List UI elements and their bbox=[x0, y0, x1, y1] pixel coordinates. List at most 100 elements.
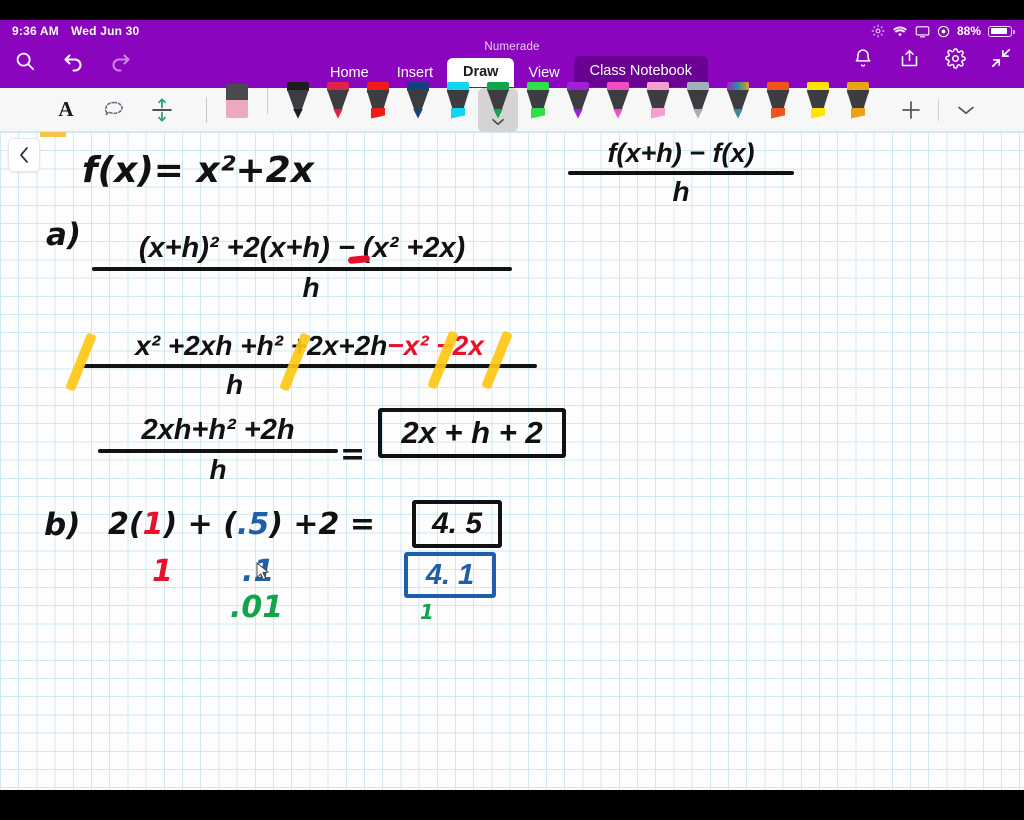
part-b-green-h-value: .01 bbox=[230, 590, 284, 625]
add-pen-button[interactable] bbox=[896, 95, 926, 125]
note-part-a-step1: (x+h)² +2(x+h) − (x² +2x) h bbox=[92, 232, 512, 304]
part-a-step1-numerator: (x+h)² +2(x+h) − (x² +2x) bbox=[138, 232, 466, 264]
status-bar-left: 9:36 AM Wed Jun 30 bbox=[12, 24, 139, 38]
pen-icon bbox=[645, 81, 671, 120]
status-bar-right: 88% bbox=[871, 24, 1015, 38]
difference-quotient-numerator: f(x+h) − f(x) bbox=[607, 138, 755, 168]
toolbar-more-chevron-down-icon[interactable] bbox=[951, 95, 981, 125]
pen-icon bbox=[765, 81, 791, 120]
pen-crimson[interactable] bbox=[318, 81, 358, 132]
note-part-a-step2: x² +2xh +h² +2x+2h−x² −2x h bbox=[82, 330, 537, 401]
bell-icon[interactable] bbox=[850, 45, 876, 71]
page-tab-marker bbox=[40, 132, 66, 137]
battery-percent-label: 88% bbox=[956, 24, 981, 38]
pen-navy[interactable] bbox=[398, 81, 438, 132]
pen-icon bbox=[725, 81, 751, 120]
bottom-black-bezel bbox=[0, 790, 1024, 820]
location-icon bbox=[937, 25, 950, 38]
part-b-answer-box: 4. 5 bbox=[412, 500, 502, 548]
pen-icon bbox=[325, 81, 351, 120]
highlighter-yellow[interactable] bbox=[798, 81, 838, 132]
back-button[interactable] bbox=[8, 138, 40, 172]
part-b-h-red-value: 1 bbox=[142, 507, 164, 542]
pen-icon bbox=[685, 81, 711, 120]
toolbar-divider bbox=[206, 96, 207, 123]
highlighter-gold[interactable] bbox=[838, 81, 878, 132]
fraction-bar bbox=[98, 449, 338, 453]
mouse-cursor bbox=[256, 561, 270, 582]
pen-bright-green[interactable] bbox=[518, 81, 558, 132]
fraction-bar bbox=[568, 171, 794, 175]
gear-icon[interactable] bbox=[942, 45, 968, 71]
fraction-bar bbox=[82, 364, 537, 368]
screen-mirroring-icon bbox=[915, 25, 930, 38]
part-a-step2-red-terms: −x² −2x bbox=[387, 330, 484, 361]
highlighter-icon bbox=[845, 81, 871, 120]
screen: 9:36 AM Wed Jun 30 88% Numerade Home Ins… bbox=[0, 0, 1024, 820]
part-a-step3-numerator: 2xh+h² +2h bbox=[141, 414, 295, 446]
note-part-a-step3: 2xh+h² +2h h bbox=[98, 414, 338, 486]
highlighter-icon bbox=[805, 81, 831, 120]
part-a-step2-denominator: h bbox=[225, 369, 244, 400]
note-function-definition: f(x)= x²+2x bbox=[82, 150, 314, 191]
part-a-answer-box: 2x + h + 2 bbox=[378, 408, 566, 458]
part-b-expr-prefix: 2( bbox=[108, 507, 143, 542]
part-b-green-tick: 1 bbox=[420, 600, 434, 624]
part-b-answer-text: 4. 5 bbox=[431, 507, 483, 540]
note-canvas[interactable]: f(x)= x²+2x f(x+h) − f(x) h a) (x+h)² +2… bbox=[0, 132, 1024, 790]
eraser-tool[interactable] bbox=[217, 83, 257, 132]
ribbon-right-actions bbox=[850, 45, 1014, 71]
part-b-blue-answer-box: 4. 1 bbox=[404, 552, 496, 598]
insert-space-icon[interactable] bbox=[148, 95, 176, 125]
difference-quotient-denominator: h bbox=[672, 176, 690, 207]
part-a-step1-denominator: h bbox=[302, 272, 320, 303]
status-bar: 9:36 AM Wed Jun 30 88% bbox=[0, 20, 1024, 42]
lasso-select-icon[interactable] bbox=[100, 95, 128, 125]
note-part-a-label: a) bbox=[46, 217, 82, 253]
pen-green[interactable] bbox=[478, 81, 518, 132]
palette-divider bbox=[267, 87, 268, 114]
chevron-down-icon[interactable] bbox=[492, 113, 505, 131]
pen-teal-gradient[interactable] bbox=[718, 81, 758, 132]
pen-purple[interactable] bbox=[558, 81, 598, 132]
pen-icon bbox=[365, 81, 391, 120]
note-part-b-expression: 2(1) + (.5) +2 = bbox=[108, 507, 375, 542]
pen-icon bbox=[605, 81, 631, 120]
pen-icon bbox=[525, 81, 551, 120]
status-date: Wed Jun 30 bbox=[70, 24, 140, 38]
note-difference-quotient: f(x+h) − f(x) h bbox=[568, 138, 794, 208]
pen-red[interactable] bbox=[358, 81, 398, 132]
part-a-step2-black-terms: x² +2xh +h² +2x+2h bbox=[135, 330, 388, 361]
pen-black[interactable] bbox=[278, 81, 318, 132]
pen-palette bbox=[217, 81, 878, 132]
fraction-bar bbox=[92, 267, 512, 271]
toolbar-end-divider bbox=[938, 98, 939, 121]
collapse-icon[interactable] bbox=[988, 45, 1014, 71]
pen-pink[interactable] bbox=[638, 81, 678, 132]
status-time: 9:36 AM bbox=[12, 24, 59, 38]
pen-silver[interactable] bbox=[678, 81, 718, 132]
part-a-step3-denominator: h bbox=[209, 454, 227, 485]
share-icon[interactable] bbox=[896, 45, 922, 71]
part-b-blue-answer-text: 4. 1 bbox=[425, 558, 475, 591]
pen-cyan[interactable] bbox=[438, 81, 478, 132]
wifi-icon bbox=[892, 25, 908, 38]
pen-orange[interactable] bbox=[758, 81, 798, 132]
top-black-bezel bbox=[0, 0, 1024, 20]
brightness-icon bbox=[871, 24, 885, 38]
battery-icon bbox=[988, 25, 1015, 37]
part-b-expr-middle: ) + ( bbox=[163, 507, 237, 542]
pen-icon bbox=[445, 81, 471, 120]
note-part-b-label: b) bbox=[44, 507, 81, 543]
pen-magenta[interactable] bbox=[598, 81, 638, 132]
part-b-point-five: .5 bbox=[236, 507, 270, 542]
part-a-equals-sign: = bbox=[340, 437, 366, 472]
part-a-answer-text: 2x + h + 2 bbox=[401, 415, 543, 450]
text-tool[interactable]: A bbox=[52, 95, 80, 125]
pen-icon bbox=[565, 81, 591, 120]
part-b-red-tick: 1 bbox=[152, 554, 173, 589]
pen-icon bbox=[405, 81, 431, 120]
pen-icon bbox=[285, 81, 311, 120]
pen-toolbar: A bbox=[0, 81, 1024, 132]
drawing-tools-group: A bbox=[0, 95, 217, 125]
